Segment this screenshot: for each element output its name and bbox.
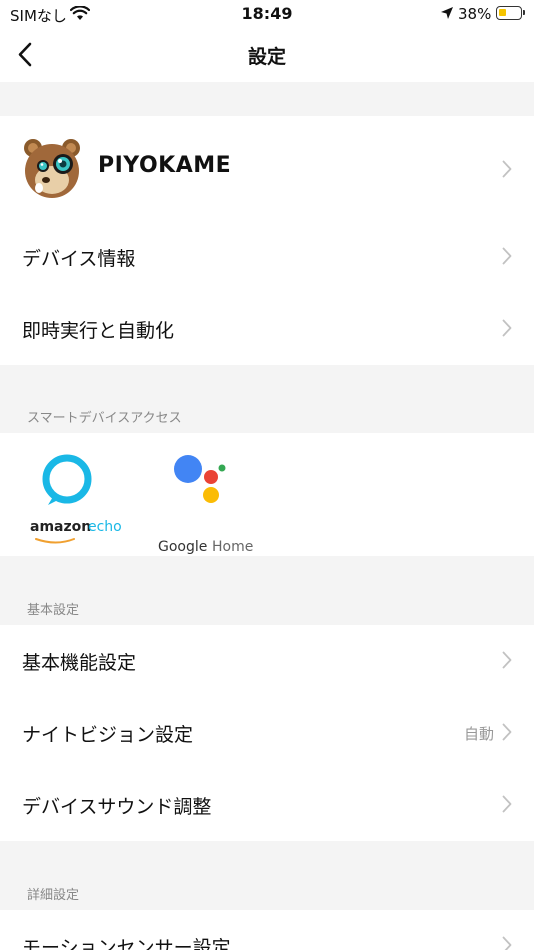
chevron-right-icon [502,319,512,337]
advanced-settings-section: モーションセンサー設定 [0,910,534,950]
row-device-sound[interactable]: デバイスサウンド調整 [0,769,534,841]
google-home-button[interactable]: Google Home [156,453,253,555]
navigation-bar: 設定 [0,28,534,82]
row-night-vision[interactable]: ナイトビジョン設定 自動 [0,697,534,769]
row-label: モーションセンサー設定 [22,937,231,950]
row-label: ナイトビジョン設定 [22,724,194,746]
google-word: Google [158,539,208,555]
device-row[interactable]: PIYOKAME [0,116,534,221]
home-word: Home [212,539,254,555]
amazon-word: amazon [30,519,92,535]
row-label: デバイス情報 [22,248,136,270]
chevron-right-icon [502,160,512,178]
amazon-smile-icon [35,538,75,544]
chevron-right-icon [502,651,512,669]
battery-icon [496,6,525,20]
chevron-right-icon [502,247,512,265]
row-scenes-automation[interactable]: 即時実行と自動化 [0,293,534,365]
row-basic-function[interactable]: 基本機能設定 [0,625,534,697]
battery-fill [499,9,506,16]
row-label: デバイスサウンド調整 [22,796,212,818]
device-name: PIYOKAME [98,153,232,178]
night-vision-value: 自動 [463,725,494,743]
battery-percent: 38% [458,5,492,23]
device-section: PIYOKAME デバイス情報 即時実行と自動化 [0,116,534,365]
chevron-right-icon [502,723,512,741]
alexa-ring-icon [42,454,92,505]
chevron-right-icon [502,936,512,950]
section-header-smart-access: スマートデバイスアクセス [27,411,182,426]
basic-settings-section: 基本機能設定 ナイトビジョン設定 自動 デバイスサウンド調整 [0,625,534,841]
bear-avatar-icon [22,136,82,200]
section-header-basic: 基本設定 [27,603,80,618]
section-header-advanced: 詳細設定 [27,888,80,903]
page-title: 設定 [247,46,286,68]
amazon-echo-button[interactable]: amazon echo [30,453,122,544]
row-motion-sensor[interactable]: モーションセンサー設定 [0,910,534,950]
row-label: 即時実行と自動化 [22,320,175,342]
status-bar: SIMなし 18:49 38% [0,0,534,28]
row-device-info[interactable]: デバイス情報 [0,221,534,293]
location-arrow-icon [440,6,454,24]
echo-word: echo [88,519,122,535]
smart-access-section: amazon echo Google Home [0,433,534,556]
chevron-right-icon [502,795,512,813]
row-label: 基本機能設定 [22,652,137,674]
google-assistant-icon [174,455,226,503]
